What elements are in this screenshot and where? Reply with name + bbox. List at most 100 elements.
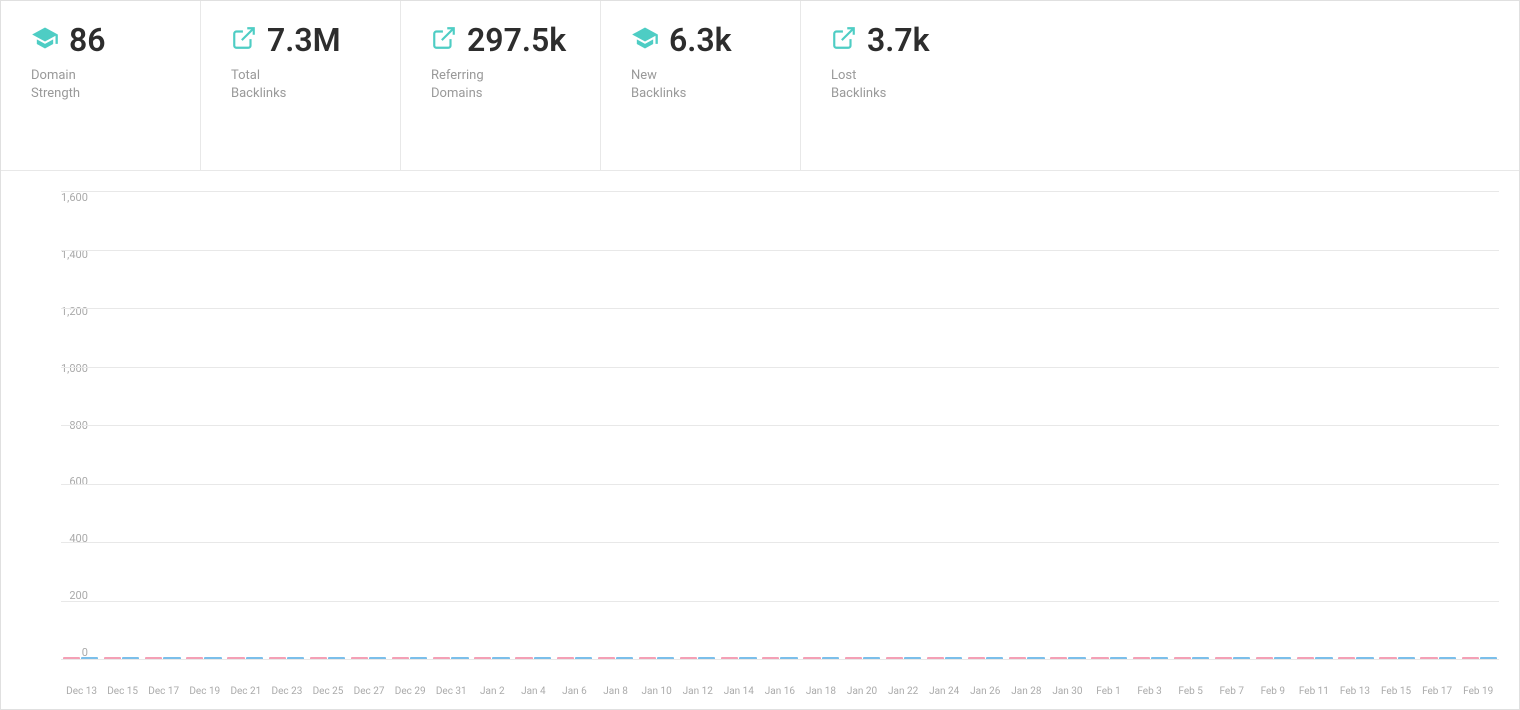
bar-pink: [227, 657, 244, 659]
stat-item-domain-strength: 86 DomainStrength: [1, 1, 201, 170]
bar-group: [1419, 657, 1458, 659]
bar-pink: [1091, 657, 1108, 659]
bar-group: [267, 657, 306, 659]
bar-blue: [287, 657, 304, 659]
x-label: Dec 21: [225, 686, 266, 697]
bar-group: [1131, 657, 1170, 659]
bar-blue: [1192, 657, 1209, 659]
x-label: Jan 24: [924, 686, 965, 697]
x-label: Jan 10: [636, 686, 677, 697]
x-label: Dec 27: [349, 686, 390, 697]
x-label: Jan 14: [718, 686, 759, 697]
bar-pink: [1215, 657, 1232, 659]
bar-pink: [927, 657, 944, 659]
bar-blue: [204, 657, 221, 659]
bar-group: [678, 657, 717, 659]
bar-pink: [515, 657, 532, 659]
x-label: Feb 19: [1458, 686, 1499, 697]
referring-domains-icon: [431, 25, 457, 55]
stat-top-total-backlinks: 7.3M: [231, 21, 341, 59]
x-label: Feb 1: [1088, 686, 1129, 697]
bar-pink: [721, 657, 738, 659]
bar-blue: [822, 657, 839, 659]
new-backlinks-value: 6.3k: [669, 21, 732, 59]
x-label: Jan 20: [841, 686, 882, 697]
bar-pink: [104, 657, 121, 659]
bar-pink: [145, 657, 162, 659]
bar-group: [719, 657, 758, 659]
domain-strength-label: DomainStrength: [31, 67, 80, 103]
bar-pink: [598, 657, 615, 659]
bar-blue: [122, 657, 139, 659]
bar-blue: [1480, 657, 1497, 659]
x-label: Feb 5: [1170, 686, 1211, 697]
grid-line: [61, 659, 1499, 660]
x-label: Feb 9: [1252, 686, 1293, 697]
x-label: Dec 29: [390, 686, 431, 697]
stat-item-total-backlinks: 7.3M TotalBacklinks: [201, 1, 401, 170]
bar-blue: [863, 657, 880, 659]
domain-strength-icon: [31, 24, 59, 56]
chart-inner: 1,6001,4001,2001,0008006004002000 Dec 13…: [61, 191, 1499, 659]
bar-group: [1007, 657, 1046, 659]
bar-group: [61, 657, 100, 659]
bar-pink: [310, 657, 327, 659]
bar-group: [925, 657, 964, 659]
bar-group: [802, 657, 841, 659]
bar-blue: [246, 657, 263, 659]
bar-group: [1295, 657, 1334, 659]
bar-group: [1336, 657, 1375, 659]
bar-blue: [904, 657, 921, 659]
dashboard-container: 86 DomainStrength 7.3M TotalBacklinks 29…: [0, 0, 1520, 710]
bar-blue: [1151, 657, 1168, 659]
bar-group: [349, 657, 388, 659]
bar-blue: [328, 657, 345, 659]
bar-pink: [968, 657, 985, 659]
bar-group: [431, 657, 470, 659]
stat-top-new-backlinks: 6.3k: [631, 21, 732, 59]
bar-pink: [1338, 657, 1355, 659]
bar-blue: [1068, 657, 1085, 659]
bar-blue: [1398, 657, 1415, 659]
bar-blue: [1027, 657, 1044, 659]
bar-blue: [1315, 657, 1332, 659]
x-label: Jan 4: [513, 686, 554, 697]
bar-pink: [1462, 657, 1479, 659]
bar-pink: [845, 657, 862, 659]
x-label: Feb 3: [1129, 686, 1170, 697]
x-label: Jan 16: [759, 686, 800, 697]
total-backlinks-label: TotalBacklinks: [231, 67, 286, 103]
bar-blue: [1356, 657, 1373, 659]
bar-blue: [616, 657, 633, 659]
bar-group: [390, 657, 429, 659]
lost-backlinks-icon: [831, 25, 857, 55]
bar-pink: [1297, 657, 1314, 659]
bar-group: [637, 657, 676, 659]
lost-backlinks-label: LostBacklinks: [831, 67, 886, 103]
x-label: Feb 7: [1211, 686, 1252, 697]
bar-blue: [986, 657, 1003, 659]
x-label: Jan 8: [595, 686, 636, 697]
bar-blue: [575, 657, 592, 659]
bar-pink: [433, 657, 450, 659]
stat-item-lost-backlinks: 3.7k LostBacklinks: [801, 1, 1001, 170]
x-axis: Dec 13Dec 15Dec 17Dec 19Dec 21Dec 23Dec …: [61, 686, 1499, 697]
bar-group: [1254, 657, 1293, 659]
bar-blue: [81, 657, 98, 659]
bar-group: [884, 657, 923, 659]
x-label: Dec 13: [61, 686, 102, 697]
bar-group: [1213, 657, 1252, 659]
bar-pink: [1420, 657, 1437, 659]
bar-blue: [534, 657, 551, 659]
x-label: Feb 15: [1376, 686, 1417, 697]
bar-blue: [698, 657, 715, 659]
x-label: Jan 12: [677, 686, 718, 697]
bar-pink: [474, 657, 491, 659]
bar-pink: [680, 657, 697, 659]
x-label: Jan 18: [800, 686, 841, 697]
total-backlinks-icon: [231, 25, 257, 55]
bar-pink: [1379, 657, 1396, 659]
stat-top-domain-strength: 86: [31, 21, 106, 59]
bar-blue: [163, 657, 180, 659]
bar-blue: [410, 657, 427, 659]
